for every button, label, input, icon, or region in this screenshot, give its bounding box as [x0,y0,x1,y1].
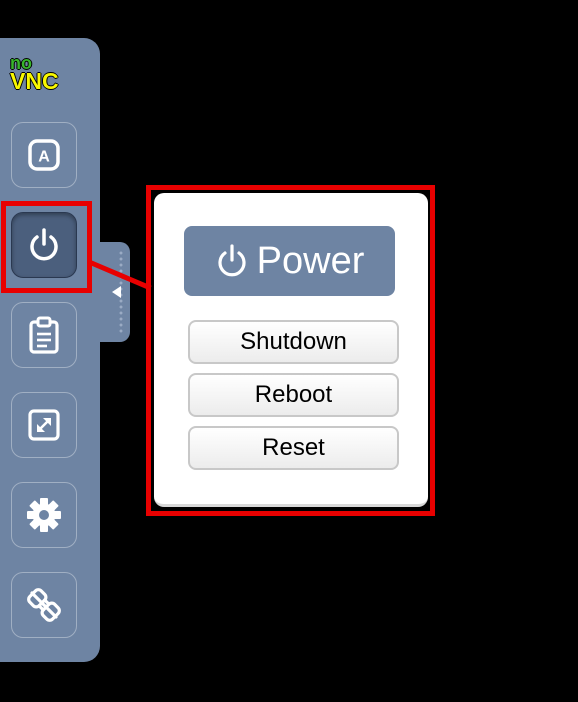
novnc-logo: no VNC [10,54,59,93]
clipboard-button[interactable] [11,302,77,368]
control-bar: no VNC A [0,38,100,662]
power-button-highlight [1,201,92,293]
fullscreen-button[interactable] [11,392,77,458]
control-bar-handle[interactable] [100,242,130,342]
disconnect-icon [27,588,61,622]
clipboard-icon [29,316,59,354]
collapse-arrow-icon[interactable] [112,286,121,298]
gear-icon [27,498,61,532]
keyboard-key-glyph: A [38,149,50,166]
logo-vnc: VNC [10,68,59,94]
extra-keys-button[interactable]: A [11,122,77,188]
power-panel-highlight [146,185,435,516]
keyboard-a-icon: A [28,139,60,171]
disconnect-button[interactable] [11,572,77,638]
settings-button[interactable] [11,482,77,548]
fullscreen-icon [28,409,60,441]
